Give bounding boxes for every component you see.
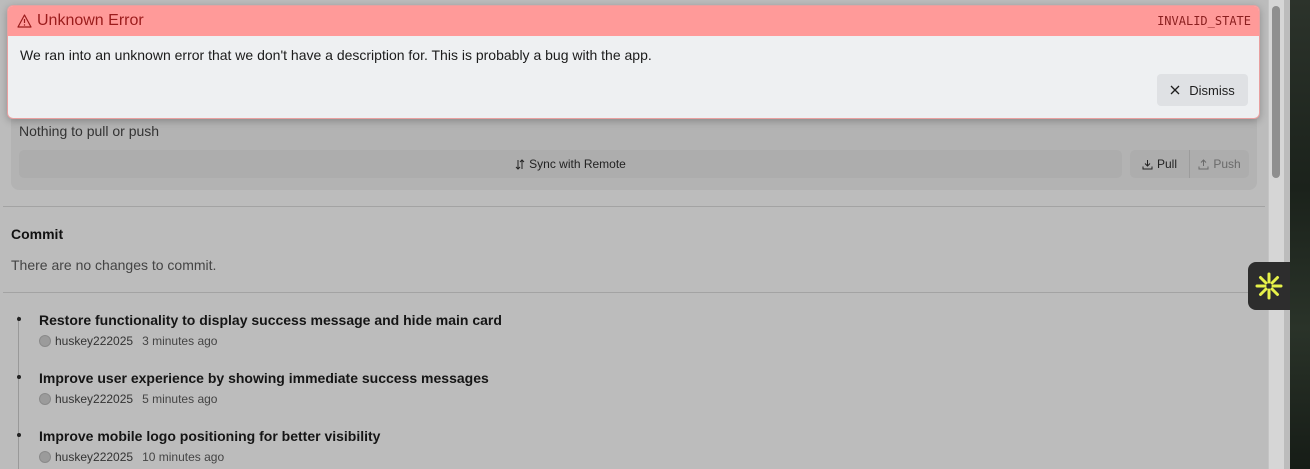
error-dialog: Unknown Error INVALID_STATE We ran into … [7,5,1260,119]
timeline-dot [17,375,21,379]
scrollbar-thumb[interactable] [1272,6,1280,178]
commit-message: Restore functionality to display success… [39,312,502,328]
avatar [39,335,51,347]
commit-time: 5 minutes ago [142,392,218,406]
commit-empty-message: There are no changes to commit. [11,257,217,273]
pull-label: Pull [1156,157,1177,171]
desktop-background [1290,0,1310,469]
commit-author: huskey222025 [55,392,134,406]
upload-icon [1198,158,1209,169]
timeline-dot [17,317,21,321]
dismiss-label: Dismiss [1189,82,1235,98]
commit-message: Improve user experience by showing immed… [39,370,489,386]
dismiss-button[interactable]: Dismiss [1157,74,1248,106]
commit-meta: huskey222025 3 minutes ago [39,334,217,348]
error-title: Unknown Error [37,12,144,29]
error-title-group: Unknown Error [17,12,144,30]
commit-time: 3 minutes ago [142,334,218,348]
sync-status-text: Nothing to pull or push [19,123,160,139]
commit-heading: Commit [11,226,64,242]
sync-button-label: Sync with Remote [529,157,626,171]
app-window: Nothing to pull or push Sync with Remote… [0,0,1290,469]
commit-time: 10 minutes ago [142,450,225,464]
timeline-dot [17,433,21,437]
commit-author: huskey222025 [55,334,134,348]
download-icon [1142,159,1153,169]
section-divider [3,206,1265,207]
push-button[interactable]: Push [1189,150,1249,178]
error-message: We ran into an unknown error that we don… [20,47,652,63]
push-label: Push [1213,157,1241,171]
warning-triangle-icon [17,14,32,28]
error-code: INVALID_STATE [1157,14,1251,28]
scrollbar[interactable] [1268,0,1284,469]
close-icon [1170,85,1180,95]
sparkle-icon [1255,272,1283,300]
commit-message: Improve mobile logo positioning for bett… [39,428,381,444]
avatar [39,451,51,463]
commit-meta: huskey222025 10 minutes ago [39,450,224,464]
section-divider [3,292,1265,293]
avatar [39,393,51,405]
commit-author: huskey222025 [55,450,134,464]
timeline-line [18,316,19,469]
pull-push-group: Pull Push [1130,150,1249,178]
sort-arrows-icon [515,158,525,170]
commit-meta: huskey222025 5 minutes ago [39,392,217,406]
extension-button[interactable] [1248,262,1290,310]
error-header: Unknown Error INVALID_STATE [8,6,1259,36]
sync-with-remote-button[interactable]: Sync with Remote [19,150,1122,178]
pull-button[interactable]: Pull [1130,150,1189,178]
